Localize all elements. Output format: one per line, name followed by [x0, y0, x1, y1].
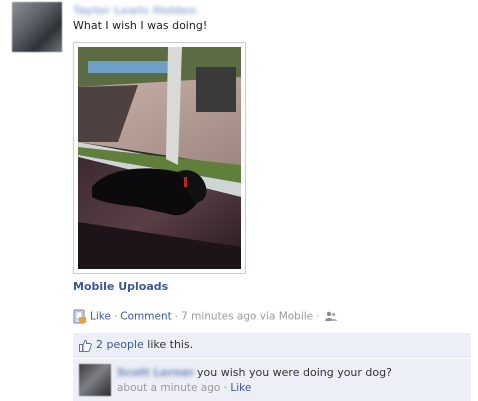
separator: · — [223, 382, 227, 394]
commenter-name-link[interactable]: Scott Lerner — [117, 366, 194, 379]
dog-photo-image — [78, 47, 241, 269]
author-name-link[interactable]: Taylor Lewis Holden — [73, 4, 196, 17]
likes-summary: 2 people like this. — [73, 333, 471, 357]
comment-item: Scott Lerner you wish you were doing you… — [73, 358, 471, 401]
author-avatar[interactable] — [12, 2, 62, 52]
like-link[interactable]: Like — [90, 311, 111, 323]
album-link[interactable]: Mobile Uploads — [73, 280, 168, 293]
post-photo[interactable] — [73, 42, 246, 274]
comment-timestamp[interactable]: about a minute ago — [117, 382, 220, 394]
likers-link[interactable]: 2 people — [96, 338, 144, 351]
commenter-avatar[interactable] — [79, 364, 111, 396]
mobile-upload-icon — [73, 309, 87, 324]
likes-suffix: like this. — [147, 338, 194, 351]
comment-like-link[interactable]: Like — [230, 382, 251, 394]
separator: · — [174, 310, 179, 323]
post-actions-bar: Like · Comment · 7 minutes ago via Mobile · — [73, 309, 337, 325]
comment-link[interactable]: Comment — [120, 311, 171, 323]
friends-icon[interactable] — [324, 311, 337, 322]
thumbs-up-icon — [79, 339, 92, 352]
comment-meta: about a minute ago · Like — [117, 382, 251, 394]
status-text: What I wish I was doing! — [73, 19, 208, 32]
post-timestamp[interactable]: 7 minutes ago via Mobile — [181, 311, 313, 323]
separator: · — [113, 310, 118, 323]
feedback-box: 2 people like this. Scott Lerner you wis… — [73, 333, 471, 401]
separator: · — [316, 310, 320, 323]
comment-text: you wish you were doing your dog? — [197, 366, 392, 379]
